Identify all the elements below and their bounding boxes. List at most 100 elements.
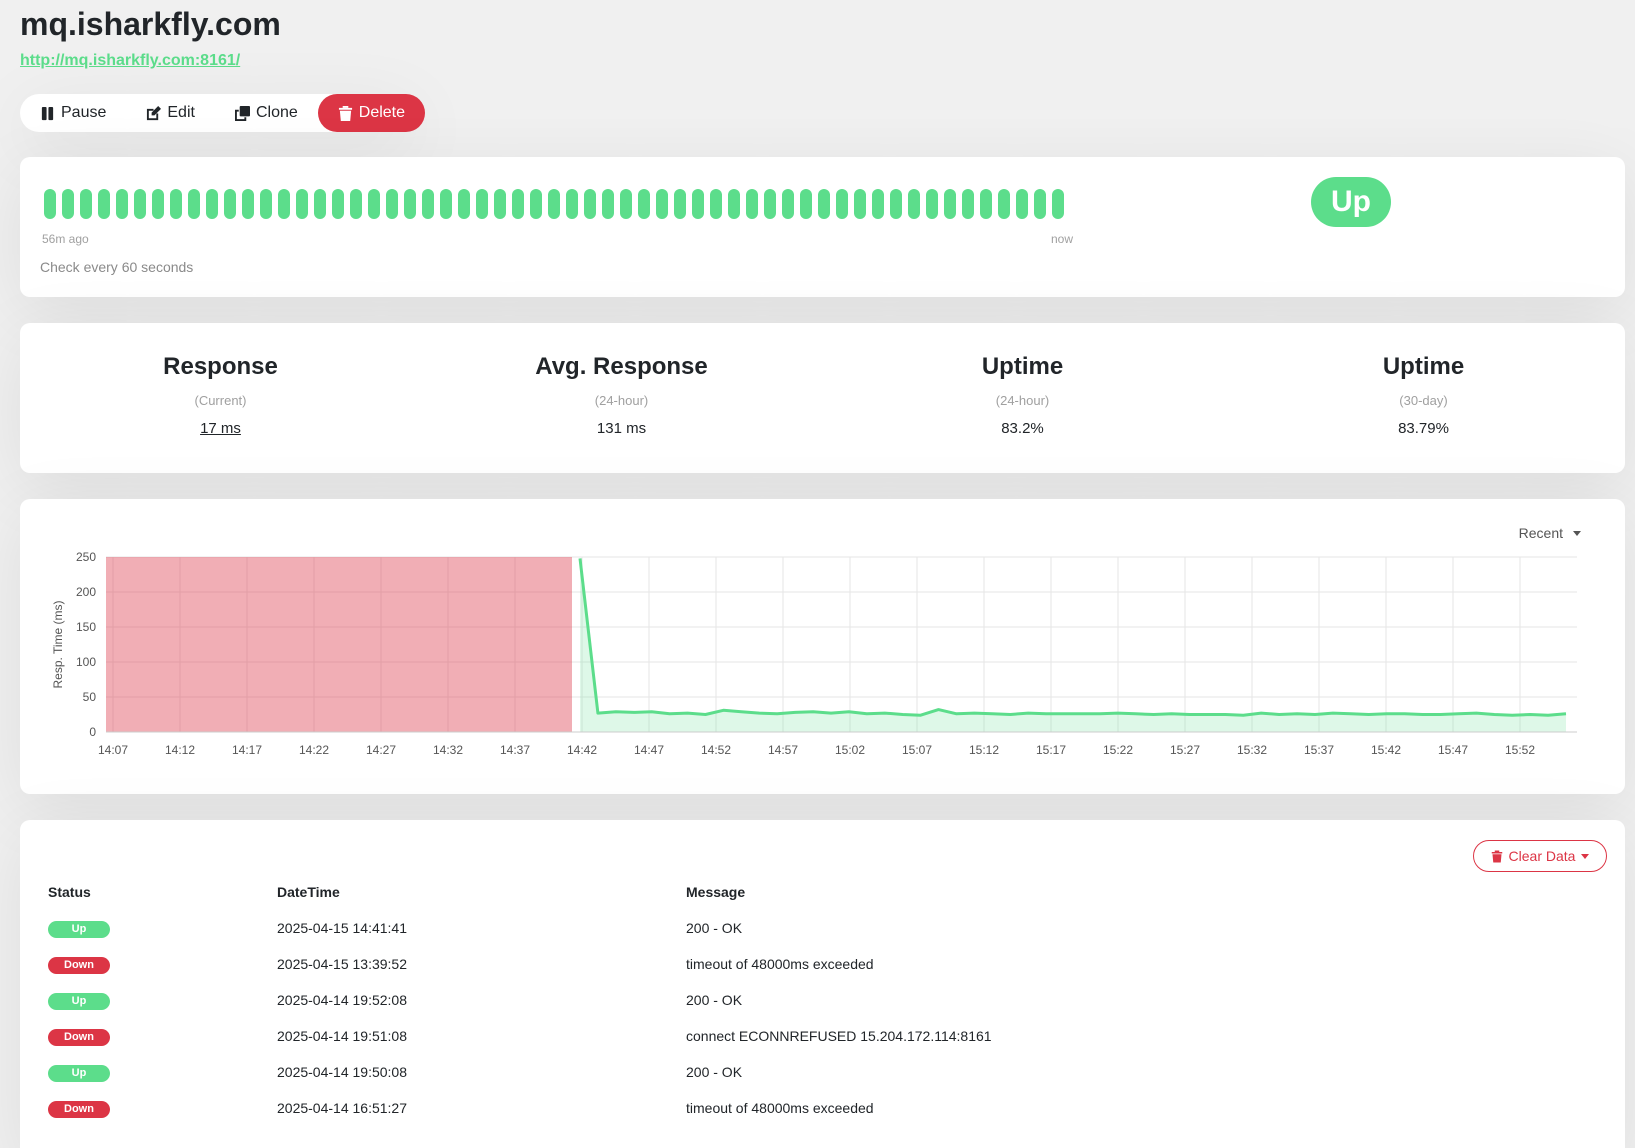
heartbeat-beat[interactable]: [80, 189, 92, 219]
check-interval-text: Check every 60 seconds: [40, 259, 194, 275]
heartbeat-beat[interactable]: [440, 189, 452, 219]
heartbeat-beat[interactable]: [854, 189, 866, 219]
heartbeat-beat[interactable]: [188, 189, 200, 219]
status-badge: Up: [1311, 177, 1391, 227]
heartbeat-beat[interactable]: [152, 189, 164, 219]
heartbeat-beat[interactable]: [620, 189, 632, 219]
x-tick-label: 15:07: [902, 743, 932, 757]
heartbeat-beat[interactable]: [170, 189, 182, 219]
heartbeat-beat[interactable]: [926, 189, 938, 219]
clear-data-button[interactable]: Clear Data: [1473, 840, 1607, 872]
datetime-cell: 2025-04-14 19:51:08: [277, 1028, 407, 1044]
heartbeat-beat[interactable]: [350, 189, 362, 219]
heartbeat-beat[interactable]: [728, 189, 740, 219]
heartbeat-beat[interactable]: [134, 189, 146, 219]
heartbeat-beat[interactable]: [818, 189, 830, 219]
stats-card: Response (Current) 17 ms Avg. Response (…: [20, 323, 1625, 473]
stat-period: (30-day): [1399, 393, 1448, 408]
heartbeat-beat[interactable]: [782, 189, 794, 219]
heartbeat-beat[interactable]: [872, 189, 884, 219]
response-chart-card: Recent 0 50 100 150 200 250 14:07 14:12 14:17 14:…: [20, 499, 1625, 794]
x-tick-label: 14:17: [232, 743, 262, 757]
heartbeat-beat[interactable]: [530, 189, 542, 219]
heartbeat-beat[interactable]: [116, 189, 128, 219]
stat-period: (24-hour): [594, 393, 649, 408]
trash-icon: [338, 105, 352, 121]
heartbeat-end-label: now: [1051, 232, 1074, 246]
heartbeat-beat[interactable]: [548, 189, 560, 219]
heartbeat-beat[interactable]: [908, 189, 920, 219]
stat-uptime-24h: Uptime (24-hour) 83.2%: [822, 353, 1223, 437]
heartbeat-beat[interactable]: [494, 189, 506, 219]
x-tick-label: 14:37: [500, 743, 530, 757]
edit-icon: [147, 105, 162, 120]
pause-button[interactable]: Pause: [20, 94, 126, 132]
heartbeat-beat[interactable]: [764, 189, 776, 219]
table-row: Up 2025-04-15 14:41:41 200 - OK: [48, 910, 1386, 946]
clone-button[interactable]: Clone: [215, 94, 318, 132]
x-tick-label: 14:07: [98, 743, 128, 757]
heartbeat-beat[interactable]: [386, 189, 398, 219]
heartbeat-beat[interactable]: [638, 189, 650, 219]
heartbeat-beat[interactable]: [458, 189, 470, 219]
heartbeat-beat[interactable]: [422, 189, 434, 219]
heartbeat-beat[interactable]: [566, 189, 578, 219]
heartbeat-beat[interactable]: [206, 189, 218, 219]
events-card: Clear Data Status DateTime Message Up 202…: [20, 820, 1625, 1148]
status-cell: Down: [48, 1090, 277, 1126]
stat-value: 83.79%: [1398, 420, 1449, 437]
heartbeat-beat[interactable]: [314, 189, 326, 219]
heartbeat-beat[interactable]: [710, 189, 722, 219]
stat-title: Uptime: [1382, 353, 1465, 380]
heartbeat-beat[interactable]: [584, 189, 596, 219]
stat-title: Avg. Response: [535, 353, 708, 380]
delete-button[interactable]: Delete: [317, 94, 426, 132]
heartbeat-beat[interactable]: [62, 189, 74, 219]
heartbeat-beat[interactable]: [476, 189, 488, 219]
heartbeat-bar: [44, 189, 1064, 219]
heartbeat-beat[interactable]: [1016, 189, 1028, 219]
table-row: Up 2025-04-14 19:52:08 200 - OK: [48, 982, 1386, 1018]
heartbeat-beat[interactable]: [674, 189, 686, 219]
heartbeat-beat[interactable]: [368, 189, 380, 219]
x-tick-label: 15:47: [1438, 743, 1468, 757]
stat-value[interactable]: 17 ms: [20, 420, 421, 437]
heartbeat-beat[interactable]: [890, 189, 902, 219]
x-tick-label: 15:27: [1170, 743, 1200, 757]
heartbeat-beat[interactable]: [98, 189, 110, 219]
heartbeat-beat[interactable]: [260, 189, 272, 219]
status-badge: Up: [48, 1064, 110, 1082]
heartbeat-beat[interactable]: [962, 189, 974, 219]
clear-data-label: Clear Data: [1508, 848, 1576, 864]
response-area: [580, 558, 1566, 732]
heartbeat-beat[interactable]: [224, 189, 236, 219]
header-datetime: DateTime: [277, 884, 340, 900]
heartbeat-beat[interactable]: [512, 189, 524, 219]
monitor-url-link[interactable]: http://mq.isharkfly.com:8161/: [20, 52, 240, 70]
heartbeat-beat[interactable]: [1052, 189, 1064, 219]
heartbeat-beat[interactable]: [278, 189, 290, 219]
x-tick-label: 15:12: [969, 743, 999, 757]
heartbeat-beat[interactable]: [692, 189, 704, 219]
heartbeat-beat[interactable]: [296, 189, 308, 219]
heartbeat-beat[interactable]: [404, 189, 416, 219]
heartbeat-beat[interactable]: [998, 189, 1010, 219]
heartbeat-beat[interactable]: [656, 189, 668, 219]
heartbeat-beat[interactable]: [332, 189, 344, 219]
heartbeat-beat[interactable]: [44, 189, 56, 219]
response-time-chart: 0 50 100 150 200 250 14:07 14:12 14:17 14:22 14:27…: [51, 550, 1577, 757]
status-badge: Down: [48, 1028, 110, 1046]
heartbeat-beat[interactable]: [1034, 189, 1046, 219]
trash-icon: [1491, 850, 1502, 862]
edit-button[interactable]: Edit: [126, 94, 215, 132]
x-tick-label: 14:12: [165, 743, 195, 757]
heartbeat-beat[interactable]: [836, 189, 848, 219]
heartbeat-beat[interactable]: [242, 189, 254, 219]
heartbeat-beat[interactable]: [980, 189, 992, 219]
heartbeat-beat[interactable]: [602, 189, 614, 219]
heartbeat-beat[interactable]: [746, 189, 758, 219]
heartbeat-beat[interactable]: [800, 189, 812, 219]
heartbeat-beat[interactable]: [944, 189, 956, 219]
x-tick-label: 14:22: [299, 743, 329, 757]
stat-uptime-30d: Uptime (30-day) 83.79%: [1223, 353, 1624, 437]
